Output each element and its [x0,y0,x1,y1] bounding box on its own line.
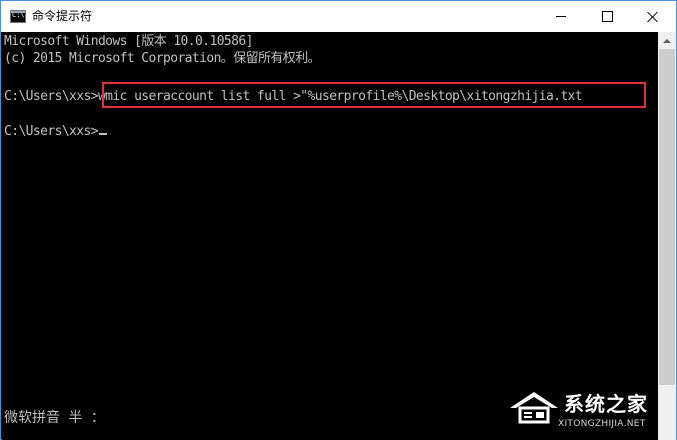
house-logo-icon [510,392,558,424]
console-prompt: C:\Users\xxs> [4,124,99,139]
minimize-icon [556,16,566,17]
maximize-icon [601,11,613,22]
console-prompt-line[interactable]: C:\Users\xxs> [4,124,107,140]
console-line-version: Microsoft Windows [版本 10.0.10586] [4,34,253,49]
watermark-url: XITONGZHIJIA.NET [558,419,646,429]
text-cursor [98,133,107,135]
cmd-icon: C:\ [10,10,26,23]
maximize-button[interactable] [584,1,630,32]
command-highlight-box [102,82,646,108]
title-bar[interactable]: C:\ 命令提示符 [1,1,676,32]
watermark-name: 系统之家 [564,392,648,416]
site-watermark: 系统之家 XITONGZHIJIA.NET [506,386,674,438]
console-output[interactable]: Microsoft Windows [版本 10.0.10586] (c) 20… [2,32,658,440]
close-icon [647,11,659,23]
scroll-up-button[interactable] [658,32,676,49]
chevron-up-icon [663,38,671,43]
vertical-scrollbar[interactable] [658,32,676,440]
command-prompt-window: C:\ 命令提示符 Microsoft Windows [版本 10.0.105… [0,0,677,440]
close-button[interactable] [630,1,676,32]
scroll-thumb[interactable] [659,49,675,385]
minimize-button[interactable] [538,1,584,32]
console-line-copyright: (c) 2015 Microsoft Corporation。保留所有权利。 [4,51,321,66]
window-title: 命令提示符 [32,9,93,23]
ime-status: 微软拼音 半 ： [4,410,105,426]
